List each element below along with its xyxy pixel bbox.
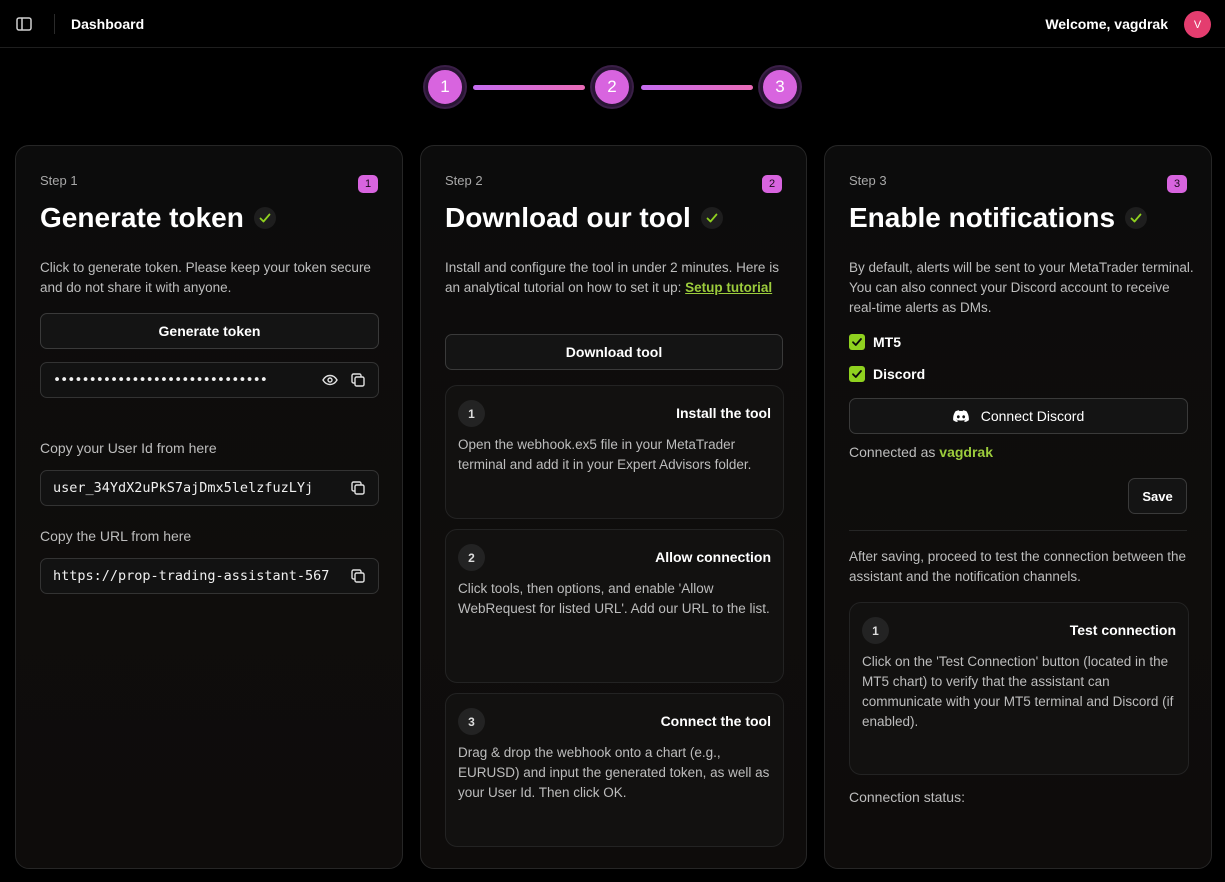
stepper-connector: [473, 85, 585, 90]
substep-title: Allow connection: [655, 549, 771, 565]
substep-number: 1: [458, 400, 485, 427]
step-badge: 2: [762, 175, 782, 193]
mt5-label: MT5: [873, 334, 901, 350]
card-title-text: Generate token: [40, 202, 244, 233]
copy-icon[interactable]: [350, 568, 366, 584]
url-label: Copy the URL from here: [40, 528, 192, 544]
card-title: Generate token: [40, 202, 276, 234]
after-saving-text: After saving, proceed to test the connec…: [849, 549, 1186, 584]
card-title-text: Enable notifications: [849, 202, 1116, 233]
discord-label: Discord: [873, 366, 926, 382]
connected-username: vagdrak: [939, 444, 993, 460]
card-description: Click to generate token. Please keep you…: [40, 260, 371, 295]
stepper-connector: [641, 85, 753, 90]
card-generate-token: Step 1 1 Generate token Click to generat…: [15, 145, 403, 869]
connection-status-label: Connection status:: [849, 789, 965, 805]
substep-allow-connection: 2 Allow connection Click tools, then opt…: [445, 529, 784, 683]
copy-icon[interactable]: [350, 480, 366, 496]
substep-title: Connect the tool: [660, 713, 771, 729]
substep-connect-tool: 3 Connect the tool Drag & drop the webho…: [445, 693, 784, 847]
generate-token-button[interactable]: Generate token: [40, 313, 379, 349]
connected-as-text: Connected as vagdrak: [849, 444, 993, 460]
url-value: https://prop-trading-assistant-567: [53, 568, 330, 584]
download-tool-button[interactable]: Download tool: [445, 334, 783, 370]
check-icon: [253, 207, 276, 229]
substep-install: 1 Install the tool Open the webhook.ex5 …: [445, 385, 784, 519]
substep-number: 2: [458, 544, 485, 571]
avatar[interactable]: V: [1184, 11, 1211, 38]
card-description: By default, alerts will be sent to your …: [849, 260, 1194, 315]
check-icon: [1125, 207, 1148, 229]
user-id-field[interactable]: user_34YdX2uPkS7ajDmx5lelzfuzLYj: [40, 470, 379, 506]
mt5-checkbox[interactable]: [849, 334, 865, 350]
check-icon: [700, 207, 723, 229]
mt5-checkbox-row[interactable]: MT5: [849, 334, 901, 350]
substep-title: Test connection: [1069, 622, 1176, 638]
user-id-label: Copy your User Id from here: [40, 440, 217, 456]
card-title: Download our tool: [445, 202, 723, 234]
step-label: Step 3: [849, 173, 887, 188]
card-enable-notifications: Step 3 3 Enable notifications By default…: [824, 145, 1212, 869]
substep-test-connection: 1 Test connection Click on the 'Test Con…: [849, 602, 1189, 775]
url-field[interactable]: https://prop-trading-assistant-567: [40, 558, 379, 594]
sidebar-toggle-icon[interactable]: [15, 15, 33, 33]
connected-prefix: Connected as: [849, 444, 936, 460]
card-title: Enable notifications: [849, 202, 1148, 234]
card-title-text: Download our tool: [445, 202, 691, 233]
substep-description: Click tools, then options, and enable 'A…: [458, 581, 770, 616]
step-label: Step 2: [445, 173, 483, 188]
substep-number: 1: [862, 617, 889, 644]
discord-checkbox[interactable]: [849, 366, 865, 382]
step-label: Step 1: [40, 173, 78, 188]
stepper-step-1: 1: [425, 67, 465, 107]
substep-description: Drag & drop the webhook onto a chart (e.…: [458, 745, 770, 800]
substep-description: Click on the 'Test Connection' button (l…: [862, 654, 1174, 729]
token-masked-value: ••••••••••••••••••••••••••••••: [53, 372, 268, 388]
top-bar: Dashboard Welcome, vagdrak V: [0, 0, 1225, 48]
substep-description: Open the webhook.ex5 file in your MetaTr…: [458, 437, 752, 472]
setup-tutorial-link[interactable]: Setup tutorial: [685, 280, 772, 295]
card-download-tool: Step 2 2 Download our tool Install and c…: [420, 145, 807, 869]
discord-checkbox-row[interactable]: Discord: [849, 366, 925, 382]
user-id-value: user_34YdX2uPkS7ajDmx5lelzfuzLYj: [53, 480, 314, 496]
topbar-divider: [54, 14, 55, 34]
connect-discord-label: Connect Discord: [980, 408, 1085, 424]
copy-icon[interactable]: [350, 372, 366, 388]
card-description: Install and configure the tool in under …: [445, 258, 790, 298]
substep-title: Install the tool: [676, 405, 771, 421]
token-field[interactable]: ••••••••••••••••••••••••••••••: [40, 362, 379, 398]
stepper-step-3: 3: [760, 67, 800, 107]
step-badge: 3: [1167, 175, 1187, 193]
save-button[interactable]: Save: [1128, 478, 1187, 514]
progress-stepper: 1 2 3: [0, 67, 1225, 109]
step-badge: 1: [358, 175, 378, 193]
stepper-step-2: 2: [592, 67, 632, 107]
welcome-text: Welcome, vagdrak: [1045, 16, 1168, 32]
section-divider: [849, 530, 1187, 531]
connect-discord-button[interactable]: Connect Discord: [849, 398, 1188, 434]
page-title: Dashboard: [71, 16, 145, 32]
substep-number: 3: [458, 708, 485, 735]
eye-icon[interactable]: [322, 372, 338, 388]
discord-icon: [952, 410, 969, 422]
